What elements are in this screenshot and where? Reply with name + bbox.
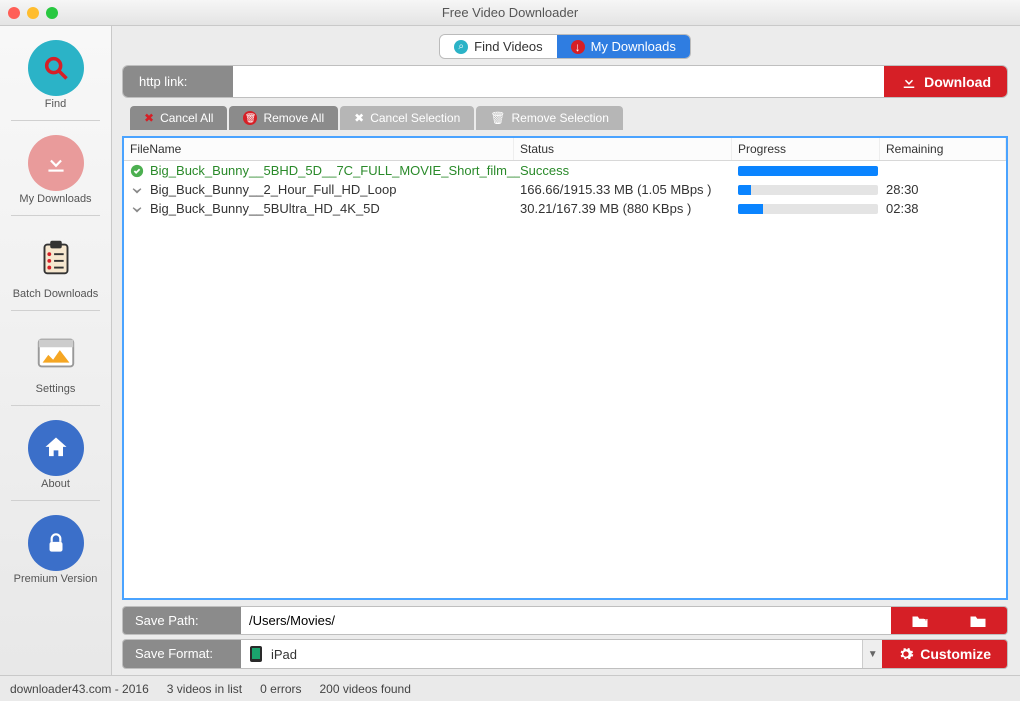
search-icon <box>28 40 84 96</box>
row-filename: Big_Buck_Bunny__5BUltra_HD_4K_5D <box>150 201 380 216</box>
download-arrow-icon <box>900 73 918 91</box>
tab-find-videos[interactable]: ⌕ Find Videos <box>440 35 556 58</box>
status-bar: downloader43.com - 2016 3 videos in list… <box>0 675 1020 701</box>
titlebar: Free Video Downloader <box>0 0 1020 26</box>
sidebar-item-settings[interactable]: Settings <box>11 319 101 397</box>
row-status-icon <box>130 183 144 197</box>
row-status: Success <box>520 163 738 178</box>
table-body: Big_Buck_Bunny__5BHD_5D__7C_FULL_MOVIE_S… <box>124 161 1006 598</box>
folder-plus-icon: + <box>911 613 929 629</box>
sidebar-item-downloads[interactable]: My Downloads <box>11 129 101 207</box>
search-dot-icon: ⌕ <box>454 40 468 54</box>
save-format-row: Save Format: iPad ▼ Customize <box>122 639 1008 669</box>
download-button-label: Download <box>924 74 991 90</box>
add-folder-button[interactable]: + <box>891 607 949 634</box>
remove-all-button[interactable]: 🗑Remove All <box>229 106 338 130</box>
http-link-input[interactable] <box>233 66 884 97</box>
clipboard-icon <box>28 230 84 286</box>
x-icon: ✖ <box>144 111 154 125</box>
status-errors: 0 errors <box>260 682 301 696</box>
chevron-down-icon[interactable]: ▼ <box>862 640 882 668</box>
ipad-icon <box>249 645 263 663</box>
row-status-icon <box>130 164 144 178</box>
tab-label: Find Videos <box>474 39 542 54</box>
sidebar-item-label: My Downloads <box>19 193 91 205</box>
row-progress <box>738 166 886 176</box>
settings-icon <box>28 325 84 381</box>
sidebar-item-label: Premium Version <box>14 573 98 585</box>
folder-icon <box>969 613 987 629</box>
gear-icon <box>898 646 914 662</box>
open-folder-button[interactable] <box>949 607 1007 634</box>
http-link-label: http link: <box>123 66 233 97</box>
cancel-all-button[interactable]: ✖Cancel All <box>130 106 227 130</box>
customize-button[interactable]: Customize <box>882 640 1007 668</box>
table-row[interactable]: Big_Buck_Bunny__5BUltra_HD_4K_5D 30.21/16… <box>124 199 1006 218</box>
col-progress[interactable]: Progress <box>732 138 880 160</box>
save-format-label: Save Format: <box>123 640 241 668</box>
sidebar-item-premium[interactable]: Premium Version <box>11 509 101 587</box>
sidebar-item-find[interactable]: Find <box>11 34 101 112</box>
zoom-window-button[interactable] <box>46 7 58 19</box>
col-remaining[interactable]: Remaining <box>880 138 1006 160</box>
save-path-label: Save Path: <box>123 607 241 634</box>
table-header: FileName Status Progress Remaining <box>124 138 1006 161</box>
http-link-bar: http link: Download <box>122 65 1008 98</box>
sidebar-item-label: Find <box>45 98 66 110</box>
svg-text:+: + <box>924 614 929 623</box>
remove-selection-button[interactable]: 🗑Remove Selection <box>476 106 623 130</box>
sidebar-item-about[interactable]: About <box>11 414 101 492</box>
table-row[interactable]: Big_Buck_Bunny__2_Hour_Full_HD_Loop 166.6… <box>124 180 1006 199</box>
cancel-selection-button[interactable]: ✖Cancel Selection <box>340 106 474 130</box>
row-filename: Big_Buck_Bunny__5BHD_5D__7C_FULL_MOVIE_S… <box>150 163 520 178</box>
save-format-select[interactable]: iPad <box>241 640 862 668</box>
trash-icon: 🗑 <box>243 111 257 125</box>
trash-icon: 🗑 <box>490 111 505 125</box>
sidebar: Find My Downloads Batch Downloads Settin… <box>0 26 112 675</box>
save-format-value: iPad <box>271 647 297 662</box>
row-status: 166.66/1915.33 MB (1.05 MBps ) <box>520 182 738 197</box>
tab-segment: ⌕ Find Videos ↓ My Downloads <box>439 34 691 59</box>
download-dot-icon: ↓ <box>571 40 585 54</box>
downloads-table: FileName Status Progress Remaining Big_B… <box>122 136 1008 600</box>
save-path-input[interactable] <box>241 607 891 634</box>
row-remaining: 28:30 <box>886 182 1000 197</box>
status-site: downloader43.com - 2016 <box>10 682 149 696</box>
main-panel: ⌕ Find Videos ↓ My Downloads http link: … <box>112 26 1020 675</box>
table-row[interactable]: Big_Buck_Bunny__5BHD_5D__7C_FULL_MOVIE_S… <box>124 161 1006 180</box>
tab-label: My Downloads <box>591 39 676 54</box>
row-status-icon <box>130 202 144 216</box>
sidebar-item-label: Settings <box>36 383 76 395</box>
home-icon <box>28 420 84 476</box>
row-filename: Big_Buck_Bunny__2_Hour_Full_HD_Loop <box>150 182 396 197</box>
minimize-window-button[interactable] <box>27 7 39 19</box>
close-window-button[interactable] <box>8 7 20 19</box>
download-icon <box>28 135 84 191</box>
download-button[interactable]: Download <box>884 66 1007 97</box>
row-progress <box>738 185 886 195</box>
row-remaining: 02:38 <box>886 201 1000 216</box>
row-status: 30.21/167.39 MB (880 KBps ) <box>520 201 738 216</box>
lock-icon <box>28 515 84 571</box>
col-status[interactable]: Status <box>514 138 732 160</box>
row-progress <box>738 204 886 214</box>
col-filename[interactable]: FileName <box>124 138 514 160</box>
action-row: ✖Cancel All 🗑Remove All ✖Cancel Selectio… <box>122 106 1008 130</box>
tab-my-downloads[interactable]: ↓ My Downloads <box>557 35 690 58</box>
sidebar-item-label: Batch Downloads <box>13 288 99 300</box>
x-icon: ✖ <box>354 111 364 125</box>
status-found: 200 videos found <box>319 682 410 696</box>
sidebar-item-batch[interactable]: Batch Downloads <box>11 224 101 302</box>
customize-label: Customize <box>920 646 991 662</box>
status-list: 3 videos in list <box>167 682 242 696</box>
save-path-row: Save Path: + <box>122 606 1008 635</box>
window-title: Free Video Downloader <box>58 5 962 20</box>
sidebar-item-label: About <box>41 478 70 490</box>
